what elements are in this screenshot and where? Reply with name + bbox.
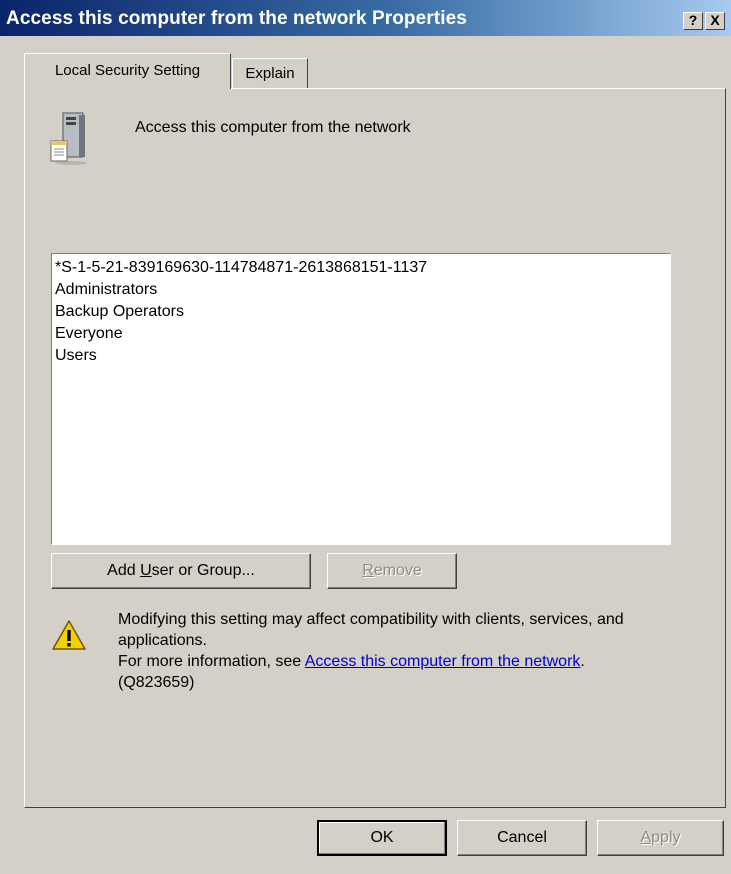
accelerator-key: U bbox=[140, 562, 152, 579]
window-title: Access this computer from the network Pr… bbox=[6, 8, 467, 29]
button-label: ser or Group... bbox=[151, 562, 255, 579]
list-item[interactable]: *S-1-5-21-839169630-114784871-2613868151… bbox=[55, 257, 670, 279]
server-icon bbox=[50, 112, 87, 165]
list-item[interactable]: Everyone bbox=[55, 323, 670, 345]
button-label: emove bbox=[373, 562, 422, 579]
cancel-button[interactable]: Cancel bbox=[457, 820, 587, 856]
tab-local-security-setting[interactable]: Local Security Setting bbox=[24, 53, 231, 89]
tab-panel: Access this computer from the network *S… bbox=[24, 88, 726, 808]
add-user-or-group-button[interactable]: Add User or Group... bbox=[51, 553, 311, 589]
title-bar[interactable]: Access this computer from the network Pr… bbox=[0, 0, 731, 36]
kb-reference: (Q823659) bbox=[118, 674, 195, 691]
help-button[interactable]: ? bbox=[683, 12, 703, 30]
help-link[interactable]: Access this computer from the network bbox=[305, 653, 581, 670]
policy-name: Access this computer from the network bbox=[135, 119, 411, 136]
list-item[interactable]: Users bbox=[55, 345, 670, 367]
list-item[interactable]: Backup Operators bbox=[55, 301, 670, 323]
list-item[interactable]: Administrators bbox=[55, 279, 670, 301]
warning-text: Modifying this setting may affect compat… bbox=[118, 611, 624, 649]
button-label: pply bbox=[651, 829, 681, 846]
remove-button[interactable]: Remove bbox=[327, 553, 457, 589]
apply-button[interactable]: Apply bbox=[597, 820, 724, 856]
more-info-suffix: . bbox=[580, 653, 585, 670]
button-label: Add bbox=[107, 562, 141, 579]
tab-explain[interactable]: Explain bbox=[232, 58, 308, 88]
warning-message: Modifying this setting may affect compat… bbox=[118, 609, 678, 693]
warning-icon bbox=[52, 620, 86, 650]
more-info-prefix: For more information, see bbox=[118, 653, 305, 670]
accelerator-key: A bbox=[640, 829, 652, 846]
accelerator-key: R bbox=[362, 562, 374, 579]
close-button[interactable]: X bbox=[705, 12, 725, 30]
more-info-line: For more information, see Access this co… bbox=[118, 651, 678, 672]
members-listbox[interactable]: *S-1-5-21-839169630-114784871-2613868151… bbox=[50, 252, 672, 546]
ok-button[interactable]: OK bbox=[317, 820, 447, 856]
